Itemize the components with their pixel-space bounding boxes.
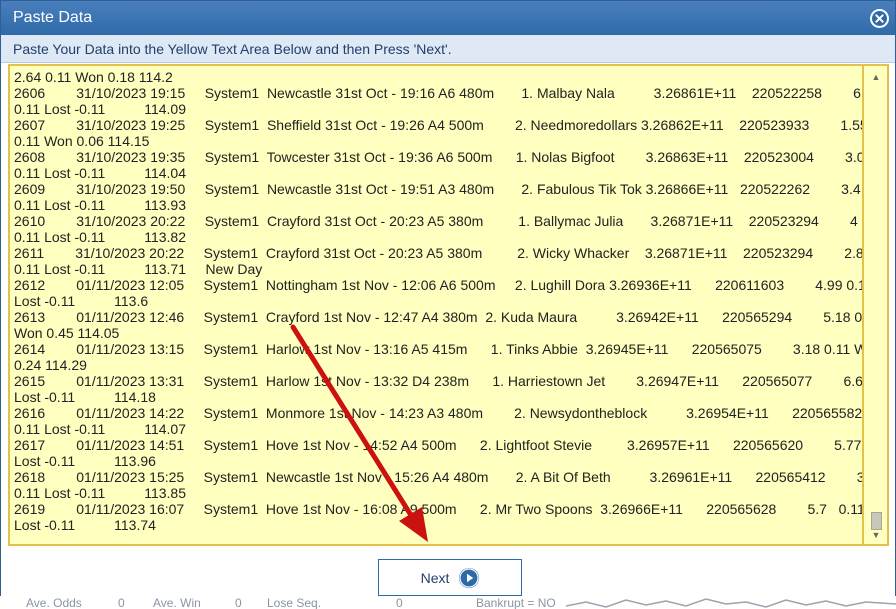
- pasted-text-line: 2613 01/11/2023 12:46 System1 Crayford 1…: [14, 309, 864, 325]
- pasted-text-line: 2612 01/11/2023 12:05 System1 Nottingham…: [14, 277, 864, 293]
- pasted-text-line: Lost -0.11 113.6: [14, 293, 149, 309]
- pasted-text-line: 0.11 Lost -0.11 114.09: [14, 101, 186, 117]
- scroll-up-arrow-icon[interactable]: ▲: [870, 72, 882, 82]
- dialog-titlebar: Paste Data: [1, 1, 895, 35]
- pasted-text-line: 2618 01/11/2023 15:25 System1 Newcastle …: [14, 469, 864, 485]
- bg-value-ave-odds: 0: [118, 596, 125, 609]
- pasted-text-line: 2609 31/10/2023 19:50 System1 Newcastle …: [14, 181, 861, 197]
- bg-value-ave-win: 0: [235, 596, 242, 609]
- paste-data-dialog: Paste Data Paste Your Data into the Yell…: [0, 0, 896, 598]
- pasted-text-line: 0.11 Lost -0.11 114.07: [14, 421, 186, 437]
- next-button[interactable]: Next: [378, 559, 522, 596]
- pasted-text-line: 2617 01/11/2023 14:51 System1 Hove 1st N…: [14, 437, 864, 453]
- instruction-text: Paste Your Data into the Yellow Text Are…: [1, 35, 895, 63]
- text-area-scrollbar[interactable]: ▲ ▼: [864, 64, 889, 546]
- pasted-text-line: 0.11 Won 0.06 114.15: [14, 133, 150, 149]
- pasted-text-line: 0.11 Lost -0.11 113.82: [14, 229, 186, 245]
- paste-text-area[interactable]: 2.64 0.11 Won 0.18 114.2 2606 31/10/2023 …: [8, 64, 864, 546]
- bg-label-bankrupt: Bankrupt = NO: [476, 596, 556, 609]
- pasted-text-line: 2608 31/10/2023 19:35 System1 Towcester …: [14, 149, 864, 165]
- scrollbar-thumb[interactable]: [871, 512, 882, 530]
- bg-label-lose-seq: Lose Seq.: [267, 596, 322, 609]
- pasted-text-line: 0.11 Lost -0.11 113.85: [14, 485, 186, 501]
- pasted-text-line: 2616 01/11/2023 14:22 System1 Monmore 1s…: [14, 405, 864, 421]
- close-button[interactable]: [870, 9, 889, 28]
- close-circle-icon: [870, 9, 889, 28]
- pasted-text-line: 0.11 Lost -0.11 114.04: [14, 165, 186, 181]
- pasted-text-line: Lost -0.11 113.96: [14, 453, 156, 469]
- pasted-text-line: 2610 31/10/2023 20:22 System1 Crayford 3…: [14, 213, 858, 229]
- pasted-text-line: 2606 31/10/2023 19:15 System1 Newcastle …: [14, 85, 864, 101]
- dialog-title: Paste Data: [13, 9, 93, 26]
- pasted-data-content: 2.64 0.11 Won 0.18 114.2 2606 31/10/2023 …: [14, 69, 864, 533]
- pasted-text-line: 2.64 0.11 Won 0.18 114.2: [14, 69, 173, 85]
- pasted-text-line: Won 0.45 114.05: [14, 325, 120, 341]
- next-button-label: Next: [420, 569, 450, 586]
- pasted-text-line: 2607 31/10/2023 19:25 System1 Sheffield …: [14, 117, 864, 133]
- pasted-text-line: 0.11 Lost -0.11 113.71 New Day: [14, 261, 263, 277]
- scroll-down-arrow-icon[interactable]: ▼: [870, 530, 882, 540]
- pasted-text-line: 2614 01/11/2023 13:15 System1 Harlow 1st…: [14, 341, 864, 357]
- pasted-text-line: 0.24 114.29: [14, 357, 87, 373]
- play-circle-icon: [459, 567, 480, 588]
- pasted-text-line: 2611 31/10/2023 20:22 System1 Crayford 3…: [14, 245, 864, 261]
- bg-label-ave-odds: Ave. Odds: [26, 596, 82, 609]
- bg-value-lose-seq: 0: [396, 596, 403, 609]
- bg-label-ave-win: Ave. Win: [153, 596, 201, 609]
- pasted-text-line: Lost -0.11 113.74: [14, 517, 156, 533]
- pasted-text-line: Lost -0.11 114.18: [14, 389, 156, 405]
- background-app-status: Ave. Odds 0 Ave. Win 0 Lose Seq. 0 Bankr…: [0, 596, 896, 609]
- pasted-text-line: 0.11 Lost -0.11 113.93: [14, 197, 186, 213]
- background-chart-line: [566, 598, 896, 608]
- pasted-text-line: 2619 01/11/2023 16:07 System1 Hove 1st N…: [14, 501, 864, 517]
- pasted-text-line: 2615 01/11/2023 13:31 System1 Harlow 1st…: [14, 373, 864, 389]
